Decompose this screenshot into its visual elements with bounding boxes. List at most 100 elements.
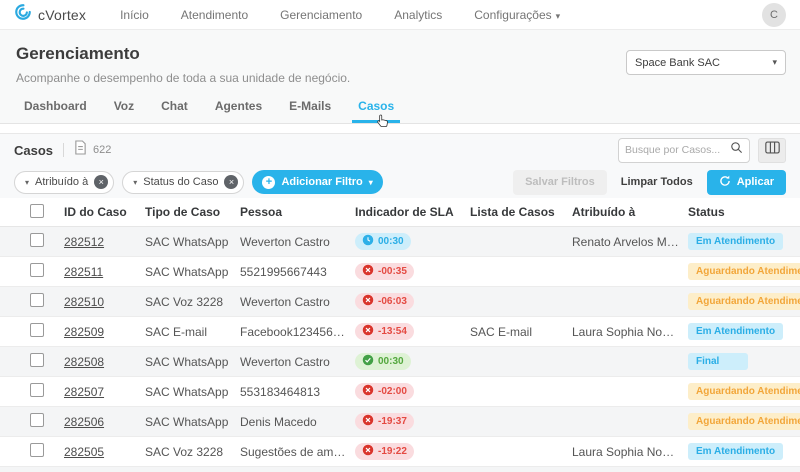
clock-icon [362, 234, 374, 249]
search-input[interactable] [625, 144, 730, 156]
case-type: SAC WhatsApp [145, 355, 240, 369]
sla-badge: -13:54 [355, 323, 414, 340]
case-person: Weverton Castro [240, 235, 355, 249]
case-person: Weverton Castro [240, 355, 355, 369]
status-badge: Em Atendimento [688, 323, 783, 340]
status-badge: Aguardando Atendimento - Space [688, 293, 800, 310]
section-tabs: Dashboard Voz Chat [0, 93, 800, 124]
sla-value: -19:37 [378, 416, 407, 427]
apply-button[interactable]: Aplicar [707, 170, 786, 195]
error-icon [362, 264, 374, 279]
mouse-cursor-icon [376, 114, 388, 130]
tab[interactable]: Agentes [209, 93, 268, 123]
table-row[interactable]: 282511 SAC WhatsApp 5521995667443 [0, 257, 800, 287]
remove-filter-icon[interactable]: × [94, 175, 108, 189]
sla-badge: -19:22 [355, 443, 414, 460]
error-icon [362, 324, 374, 339]
tab[interactable]: Dashboard [18, 93, 93, 123]
case-person: Weverton Castro [240, 295, 355, 309]
menu-item[interactable]: Atendimento [181, 8, 252, 22]
top-nav: cVortex Início Atendimento Gerenciamento… [0, 0, 800, 30]
filter-chip[interactable]: ▾ Atribuído à × [14, 171, 114, 194]
success-icon [362, 354, 374, 369]
case-id-link[interactable]: 282512 [64, 235, 104, 249]
menu-item[interactable]: Analytics [394, 8, 446, 22]
row-checkbox[interactable] [30, 293, 44, 307]
business-unit-value: Space Bank SAC [635, 57, 720, 69]
remove-filter-icon[interactable]: × [224, 175, 238, 189]
chevron-down-icon: ▾ [25, 178, 29, 187]
select-all-checkbox[interactable] [30, 204, 44, 218]
col-header-assigned: Atribuído à [572, 205, 688, 219]
tab[interactable]: E-Mails [283, 93, 337, 123]
status-badge: Em Atendimento [688, 443, 783, 460]
brand-name: cVortex [38, 7, 86, 23]
sla-badge: -02:00 [355, 383, 414, 400]
row-checkbox[interactable] [30, 413, 44, 427]
error-icon [362, 444, 374, 459]
table-row[interactable]: 282505 SAC Voz 3228 Sugestões de amiz... [0, 437, 800, 467]
row-checkbox[interactable] [30, 443, 44, 457]
sla-value: 00:30 [378, 236, 404, 247]
row-checkbox[interactable] [30, 353, 44, 367]
save-filters-button[interactable]: Salvar Filtros [513, 170, 607, 195]
tab[interactable]: Voz [108, 93, 140, 123]
brand-logo[interactable]: cVortex [14, 3, 86, 26]
status-badge: Aguardando Atendimento - Space [688, 263, 800, 280]
filter-bar: ▾ Atribuído à × ▾ Status do Caso × + Adi… [0, 166, 800, 198]
row-checkbox[interactable] [30, 383, 44, 397]
case-person: 5521995667443 [240, 265, 355, 279]
cases-toolbar: Casos 622 [0, 133, 800, 198]
plus-icon: + [262, 176, 275, 189]
table-body: 282512 SAC WhatsApp Weverton Castro [0, 227, 800, 472]
clear-all-button[interactable]: Limpar Todos [621, 176, 693, 188]
case-id-link[interactable]: 282511 [64, 265, 103, 279]
menu-item[interactable]: Início [120, 8, 153, 22]
table-row[interactable]: 282512 SAC WhatsApp Weverton Castro [0, 227, 800, 257]
user-avatar[interactable]: C [762, 3, 786, 27]
case-id-link[interactable]: 282508 [64, 355, 104, 369]
table-header: ID do Caso Tipo de Caso Pessoa Indicador… [0, 198, 800, 227]
cvortex-logo-icon [14, 3, 32, 26]
columns-settings-button[interactable] [758, 138, 786, 163]
table-row[interactable]: 282508 SAC WhatsApp Weverton Castro [0, 347, 800, 377]
error-icon [362, 294, 374, 309]
row-checkbox[interactable] [30, 323, 44, 337]
col-header-status: Status [688, 205, 800, 219]
menu-item[interactable]: Gerenciamento [280, 8, 366, 22]
table-row[interactable]: 282509 SAC E-mail Facebook1234567... [0, 317, 800, 347]
business-unit-select[interactable]: Space Bank SAC ▾ [626, 50, 786, 75]
table-row[interactable] [0, 467, 800, 472]
case-id-link[interactable]: 282507 [64, 385, 104, 399]
search-icon[interactable] [730, 141, 743, 159]
table-row[interactable]: 282507 SAC WhatsApp 553183464813 [0, 377, 800, 407]
tab[interactable]: Chat [155, 93, 194, 123]
menu-item[interactable]: Configurações [474, 8, 560, 22]
case-person: Sugestões de amiz... [240, 445, 355, 459]
table-row[interactable]: 282510 SAC Voz 3228 Weverton Castro [0, 287, 800, 317]
cases-count: 622 [93, 144, 111, 156]
chevron-down-icon: ▾ [369, 178, 373, 187]
case-id-link[interactable]: 282510 [64, 295, 104, 309]
filter-chip[interactable]: ▾ Status do Caso × [122, 171, 244, 194]
sla-value: 00:30 [378, 356, 404, 367]
case-id-link[interactable]: 282505 [64, 445, 104, 459]
case-id-link[interactable]: 282506 [64, 415, 104, 429]
filter-chips: ▾ Atribuído à × ▾ Status do Caso × [14, 171, 244, 194]
cases-title: Casos [14, 143, 53, 158]
case-assigned: Laura Sophia Nova... [572, 325, 688, 339]
tab[interactable]: Casos [352, 93, 400, 123]
chevron-down-icon [556, 11, 561, 21]
table-row[interactable]: 282506 SAC WhatsApp Denis Macedo [0, 407, 800, 437]
sla-value: -02:00 [378, 386, 407, 397]
case-id-link[interactable]: 282509 [64, 325, 104, 339]
row-checkbox[interactable] [30, 263, 44, 277]
case-type: SAC WhatsApp [145, 385, 240, 399]
search-box [618, 138, 750, 163]
case-type: SAC WhatsApp [145, 265, 240, 279]
add-filter-button[interactable]: + Adicionar Filtro ▾ [252, 170, 382, 194]
row-checkbox[interactable] [30, 233, 44, 247]
case-type: SAC WhatsApp [145, 415, 240, 429]
divider [63, 143, 64, 157]
case-list: SAC E-mail [470, 325, 572, 339]
